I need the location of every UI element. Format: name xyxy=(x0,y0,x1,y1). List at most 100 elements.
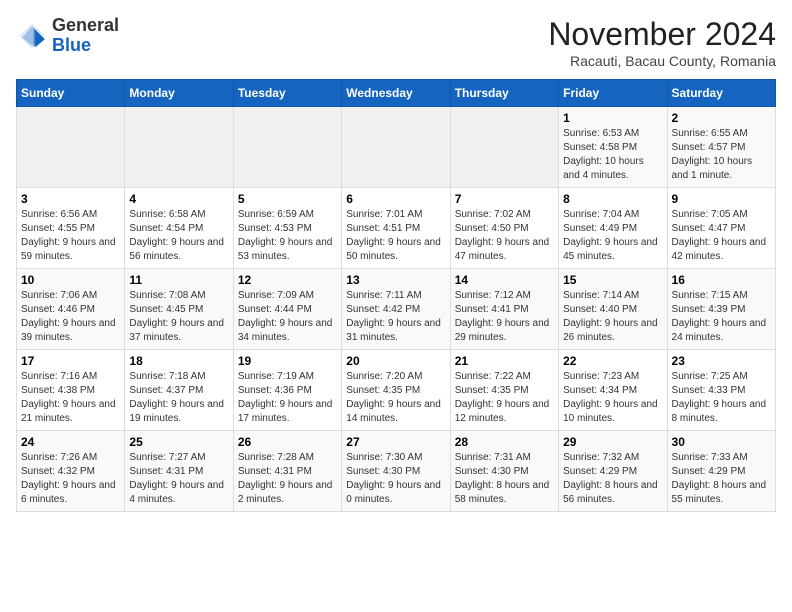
day-info: Sunrise: 6:59 AM Sunset: 4:53 PM Dayligh… xyxy=(238,208,337,264)
day-number: 16 xyxy=(672,273,771,287)
day-number: 27 xyxy=(346,435,445,449)
day-info: Sunrise: 7:15 AM Sunset: 4:39 PM Dayligh… xyxy=(672,289,771,345)
calendar-cell: 1 Sunrise: 6:53 AM Sunset: 4:58 PM Daylig… xyxy=(559,107,667,188)
day-number: 20 xyxy=(346,354,445,368)
day-number: 23 xyxy=(672,354,771,368)
logo: General Blue xyxy=(16,16,119,56)
day-number: 13 xyxy=(346,273,445,287)
calendar-body: 1 Sunrise: 6:53 AM Sunset: 4:58 PM Daylig… xyxy=(17,107,776,512)
day-number: 6 xyxy=(346,192,445,206)
calendar-cell xyxy=(450,107,558,188)
day-info: Sunrise: 7:16 AM Sunset: 4:38 PM Dayligh… xyxy=(21,370,120,426)
day-info: Sunrise: 7:31 AM Sunset: 4:30 PM Dayligh… xyxy=(455,451,554,507)
day-info: Sunrise: 6:56 AM Sunset: 4:55 PM Dayligh… xyxy=(21,208,120,264)
day-number: 10 xyxy=(21,273,120,287)
calendar-cell: 18 Sunrise: 7:18 AM Sunset: 4:37 PM Dayli… xyxy=(125,350,233,431)
calendar-cell: 20 Sunrise: 7:20 AM Sunset: 4:35 PM Dayli… xyxy=(342,350,450,431)
day-info: Sunrise: 6:55 AM Sunset: 4:57 PM Dayligh… xyxy=(672,127,771,183)
calendar-cell: 4 Sunrise: 6:58 AM Sunset: 4:54 PM Daylig… xyxy=(125,188,233,269)
calendar-header: SundayMondayTuesdayWednesdayThursdayFrid… xyxy=(17,80,776,107)
day-info: Sunrise: 7:26 AM Sunset: 4:32 PM Dayligh… xyxy=(21,451,120,507)
calendar-cell: 27 Sunrise: 7:30 AM Sunset: 4:30 PM Dayli… xyxy=(342,431,450,512)
day-number: 21 xyxy=(455,354,554,368)
calendar-cell: 17 Sunrise: 7:16 AM Sunset: 4:38 PM Dayli… xyxy=(17,350,125,431)
day-header-tuesday: Tuesday xyxy=(233,80,341,107)
calendar-cell: 19 Sunrise: 7:19 AM Sunset: 4:36 PM Dayli… xyxy=(233,350,341,431)
title-area: November 2024 Racauti, Bacau County, Rom… xyxy=(548,16,776,69)
calendar-cell: 15 Sunrise: 7:14 AM Sunset: 4:40 PM Dayli… xyxy=(559,269,667,350)
calendar-cell: 29 Sunrise: 7:32 AM Sunset: 4:29 PM Dayli… xyxy=(559,431,667,512)
day-info: Sunrise: 7:09 AM Sunset: 4:44 PM Dayligh… xyxy=(238,289,337,345)
calendar-cell: 16 Sunrise: 7:15 AM Sunset: 4:39 PM Dayli… xyxy=(667,269,775,350)
header: General Blue November 2024 Racauti, Baca… xyxy=(16,16,776,69)
calendar-week-4: 17 Sunrise: 7:16 AM Sunset: 4:38 PM Dayli… xyxy=(17,350,776,431)
day-number: 3 xyxy=(21,192,120,206)
calendar-cell: 24 Sunrise: 7:26 AM Sunset: 4:32 PM Dayli… xyxy=(17,431,125,512)
calendar-cell xyxy=(233,107,341,188)
day-info: Sunrise: 7:11 AM Sunset: 4:42 PM Dayligh… xyxy=(346,289,445,345)
day-info: Sunrise: 7:05 AM Sunset: 4:47 PM Dayligh… xyxy=(672,208,771,264)
day-info: Sunrise: 7:25 AM Sunset: 4:33 PM Dayligh… xyxy=(672,370,771,426)
location: Racauti, Bacau County, Romania xyxy=(548,53,776,69)
calendar: SundayMondayTuesdayWednesdayThursdayFrid… xyxy=(16,79,776,512)
day-info: Sunrise: 7:08 AM Sunset: 4:45 PM Dayligh… xyxy=(129,289,228,345)
calendar-week-3: 10 Sunrise: 7:06 AM Sunset: 4:46 PM Dayli… xyxy=(17,269,776,350)
day-number: 17 xyxy=(21,354,120,368)
month-title: November 2024 xyxy=(548,16,776,53)
day-info: Sunrise: 7:02 AM Sunset: 4:50 PM Dayligh… xyxy=(455,208,554,264)
calendar-cell: 26Sunrise: 7:28 AM Sunset: 4:31 PM Dayli… xyxy=(233,431,341,512)
header-row: SundayMondayTuesdayWednesdayThursdayFrid… xyxy=(17,80,776,107)
calendar-week-2: 3 Sunrise: 6:56 AM Sunset: 4:55 PM Daylig… xyxy=(17,188,776,269)
calendar-cell: 22Sunrise: 7:23 AM Sunset: 4:34 PM Dayli… xyxy=(559,350,667,431)
day-number: 14 xyxy=(455,273,554,287)
day-number: 18 xyxy=(129,354,228,368)
calendar-cell: 14Sunrise: 7:12 AM Sunset: 4:41 PM Dayli… xyxy=(450,269,558,350)
day-info: Sunrise: 7:06 AM Sunset: 4:46 PM Dayligh… xyxy=(21,289,120,345)
day-info: Sunrise: 7:14 AM Sunset: 4:40 PM Dayligh… xyxy=(563,289,662,345)
day-info: Sunrise: 6:53 AM Sunset: 4:58 PM Dayligh… xyxy=(563,127,662,183)
calendar-cell: 23 Sunrise: 7:25 AM Sunset: 4:33 PM Dayli… xyxy=(667,350,775,431)
calendar-cell xyxy=(342,107,450,188)
day-info: Sunrise: 7:32 AM Sunset: 4:29 PM Dayligh… xyxy=(563,451,662,507)
day-info: Sunrise: 7:01 AM Sunset: 4:51 PM Dayligh… xyxy=(346,208,445,264)
day-number: 12 xyxy=(238,273,337,287)
day-number: 30 xyxy=(672,435,771,449)
calendar-cell: 11Sunrise: 7:08 AM Sunset: 4:45 PM Dayli… xyxy=(125,269,233,350)
calendar-cell: 13 Sunrise: 7:11 AM Sunset: 4:42 PM Dayli… xyxy=(342,269,450,350)
day-number: 19 xyxy=(238,354,337,368)
day-info: Sunrise: 7:30 AM Sunset: 4:30 PM Dayligh… xyxy=(346,451,445,507)
calendar-cell: 28Sunrise: 7:31 AM Sunset: 4:30 PM Dayli… xyxy=(450,431,558,512)
calendar-week-1: 1 Sunrise: 6:53 AM Sunset: 4:58 PM Daylig… xyxy=(17,107,776,188)
calendar-cell: 21 Sunrise: 7:22 AM Sunset: 4:35 PM Dayli… xyxy=(450,350,558,431)
day-number: 7 xyxy=(455,192,554,206)
day-number: 9 xyxy=(672,192,771,206)
calendar-cell xyxy=(17,107,125,188)
day-info: Sunrise: 7:04 AM Sunset: 4:49 PM Dayligh… xyxy=(563,208,662,264)
day-info: Sunrise: 7:20 AM Sunset: 4:35 PM Dayligh… xyxy=(346,370,445,426)
calendar-cell: 8 Sunrise: 7:04 AM Sunset: 4:49 PM Daylig… xyxy=(559,188,667,269)
day-header-saturday: Saturday xyxy=(667,80,775,107)
day-number: 8 xyxy=(563,192,662,206)
day-header-thursday: Thursday xyxy=(450,80,558,107)
day-number: 1 xyxy=(563,111,662,125)
day-number: 2 xyxy=(672,111,771,125)
day-info: Sunrise: 7:19 AM Sunset: 4:36 PM Dayligh… xyxy=(238,370,337,426)
day-info: Sunrise: 7:28 AM Sunset: 4:31 PM Dayligh… xyxy=(238,451,337,507)
day-info: Sunrise: 7:22 AM Sunset: 4:35 PM Dayligh… xyxy=(455,370,554,426)
day-number: 4 xyxy=(129,192,228,206)
day-number: 15 xyxy=(563,273,662,287)
day-number: 25 xyxy=(129,435,228,449)
calendar-cell: 5 Sunrise: 6:59 AM Sunset: 4:53 PM Daylig… xyxy=(233,188,341,269)
calendar-cell: 12 Sunrise: 7:09 AM Sunset: 4:44 PM Dayli… xyxy=(233,269,341,350)
calendar-cell: 7 Sunrise: 7:02 AM Sunset: 4:50 PM Daylig… xyxy=(450,188,558,269)
day-header-friday: Friday xyxy=(559,80,667,107)
calendar-cell: 10 Sunrise: 7:06 AM Sunset: 4:46 PM Dayli… xyxy=(17,269,125,350)
day-info: Sunrise: 6:58 AM Sunset: 4:54 PM Dayligh… xyxy=(129,208,228,264)
day-number: 24 xyxy=(21,435,120,449)
calendar-cell: 6 Sunrise: 7:01 AM Sunset: 4:51 PM Daylig… xyxy=(342,188,450,269)
day-number: 29 xyxy=(563,435,662,449)
day-info: Sunrise: 7:33 AM Sunset: 4:29 PM Dayligh… xyxy=(672,451,771,507)
day-number: 5 xyxy=(238,192,337,206)
day-info: Sunrise: 7:18 AM Sunset: 4:37 PM Dayligh… xyxy=(129,370,228,426)
day-info: Sunrise: 7:27 AM Sunset: 4:31 PM Dayligh… xyxy=(129,451,228,507)
